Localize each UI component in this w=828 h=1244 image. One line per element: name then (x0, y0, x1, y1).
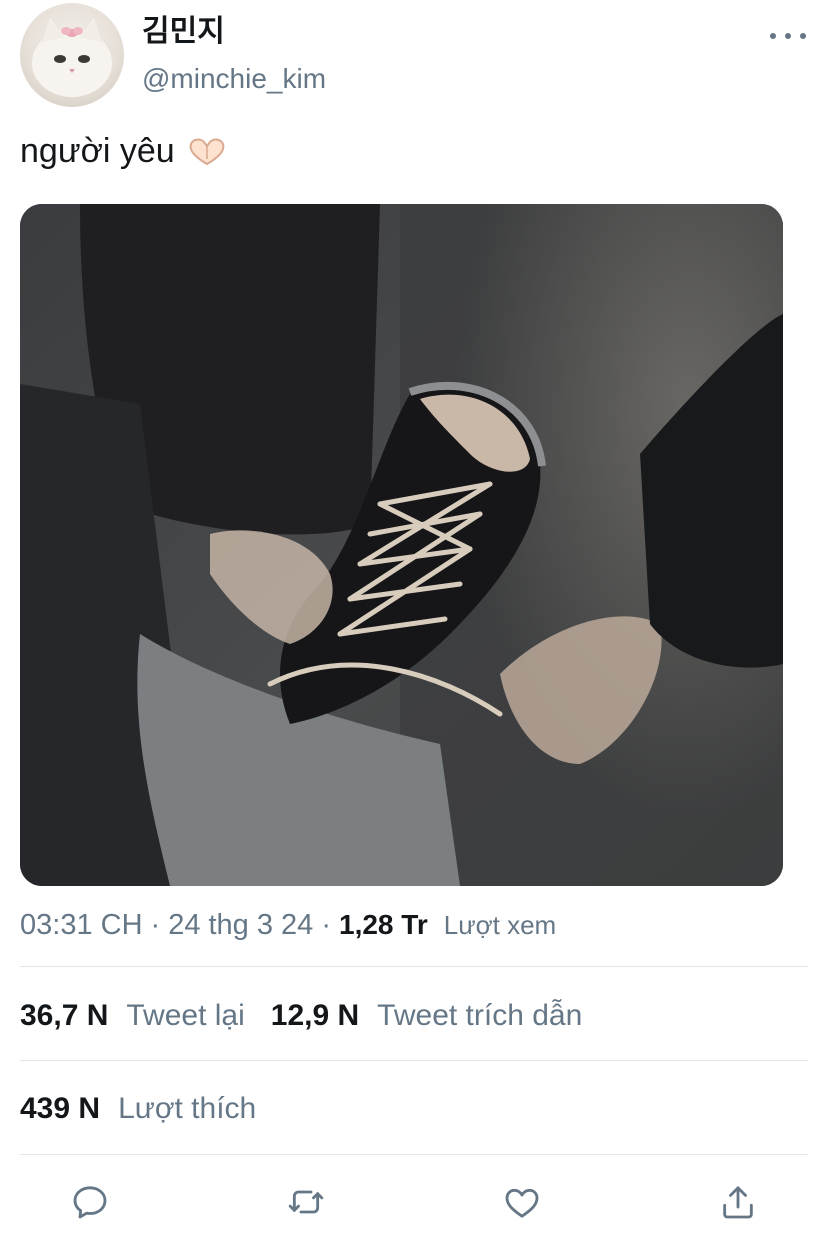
divider (20, 1154, 808, 1155)
tweet-meta: 03:31 CH · 24 thg 3 24 · 1,28 Tr Lượt xe… (20, 908, 557, 941)
likes-stats: 439 N Lượt thích (20, 1089, 282, 1129)
heart-icon (505, 1188, 539, 1218)
more-options-button[interactable] (770, 18, 806, 54)
like-button[interactable] (500, 1178, 544, 1226)
heart-hands-icon (189, 138, 225, 165)
quotes-count[interactable]: 12,9 N (271, 999, 359, 1033)
views-label: Lượt xem (443, 909, 557, 940)
display-name[interactable]: 김민지 (142, 6, 225, 50)
sneaker-photo-image (20, 204, 783, 886)
tweet-text-content: người yêu (20, 132, 175, 170)
retweets-count[interactable]: 36,7 N (20, 999, 108, 1033)
divider (20, 1060, 808, 1061)
reply-icon (73, 1186, 107, 1219)
likes-count[interactable]: 439 N (20, 1092, 100, 1126)
retweet-icon (288, 1190, 324, 1214)
views-count: 1,28 Tr (339, 909, 428, 940)
retweet-button[interactable] (284, 1178, 328, 1226)
avatar[interactable] (20, 3, 124, 107)
cat-avatar-image (32, 17, 112, 97)
reply-button[interactable] (68, 1178, 112, 1226)
tweet-time: 03:31 CH (20, 908, 143, 941)
share-icon (723, 1186, 753, 1219)
tweet-photo[interactable] (20, 204, 783, 886)
divider (20, 966, 808, 967)
quotes-label[interactable]: Tweet trích dẫn (377, 999, 582, 1033)
more-horizontal-icon (770, 33, 776, 39)
share-button[interactable] (716, 1178, 760, 1226)
action-bar (0, 1178, 828, 1230)
user-handle[interactable]: @minchie_kim (142, 63, 326, 95)
retweets-label[interactable]: Tweet lại (126, 999, 244, 1033)
likes-label[interactable]: Lượt thích (118, 1092, 256, 1126)
tweet-text: người yêu 🫶🏻 (20, 132, 227, 171)
tweet-date: 24 thg 3 24 (168, 908, 314, 941)
engagement-stats: 36,7 N Tweet lại 12,9 N Tweet trích dẫn (20, 996, 608, 1036)
